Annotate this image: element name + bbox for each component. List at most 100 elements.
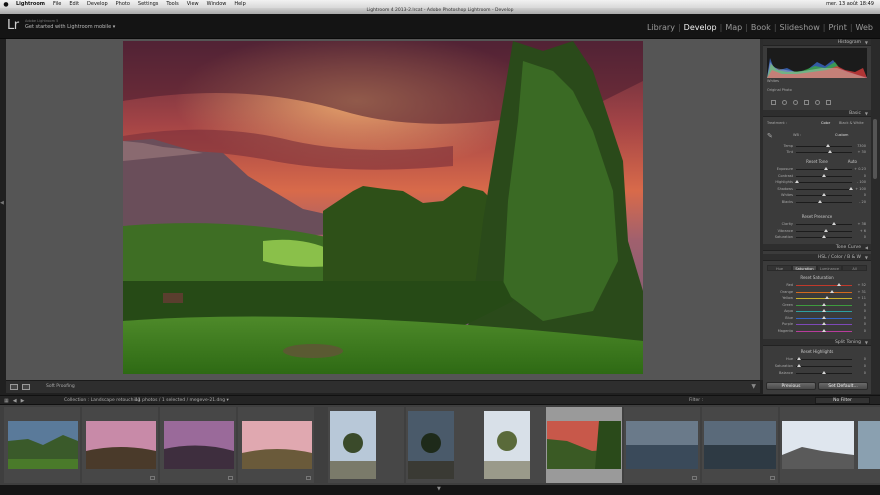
slider-value[interactable]: 0 [852,193,866,197]
menu-window[interactable]: Window [203,1,231,7]
module-print[interactable]: Print [825,23,849,32]
radial-filter-icon[interactable] [815,99,820,105]
slider-track[interactable] [795,180,852,183]
scrollbar-thumb[interactable] [873,119,877,179]
slider-track[interactable] [796,193,852,196]
slider-value[interactable]: 0 [852,364,866,368]
filmstrip-thumbnail[interactable] [82,407,158,483]
filmstrip-thumbnail[interactable] [780,407,856,483]
module-slideshow[interactable]: Slideshow [777,23,823,32]
slider-track[interactable] [796,315,852,319]
slider-value[interactable]: + 11 [852,296,867,300]
slider-magenta[interactable]: Magenta 0 [767,328,867,334]
loupe-view-button[interactable] [10,384,18,390]
right-panel-scrollbar[interactable] [871,39,880,394]
slider-knob[interactable] [822,193,826,196]
slider-saturation[interactable]: Saturation 0 [767,235,867,240]
filmstrip-source[interactable]: Collection : Landscape retouching [64,398,140,403]
slider-balance[interactable]: Balance 0 [767,371,867,376]
menu-tools[interactable]: Tools [162,1,182,7]
slider-value[interactable]: + 6 [852,229,866,233]
slider-track[interactable] [796,186,853,190]
set-default-button[interactable]: Set Default... [818,382,868,390]
slider-value[interactable]: 0 [852,303,866,307]
slider-knob[interactable] [823,228,828,232]
reset-highlights-label[interactable]: Reset Highlights [763,349,871,354]
filmstrip-thumbnail[interactable] [406,407,482,483]
crop-tool-icon[interactable] [771,99,776,105]
histogram[interactable] [767,48,867,78]
slider-contrast[interactable]: Contrast 0 [767,173,867,179]
slider-knob[interactable] [832,222,837,225]
slider-knob[interactable] [822,309,826,312]
slider-whites[interactable]: Whites 0 [767,193,867,198]
slider-blue[interactable]: Blue 0 [767,315,867,321]
slider-knob[interactable] [822,322,826,325]
slider-purple[interactable]: Purple 0 [767,322,867,327]
histogram-header[interactable]: Histogram ▼ [763,39,871,46]
slider-orange[interactable]: Orange + 31 [767,289,867,295]
filmstrip-thumbnail[interactable] [702,407,778,483]
slider-value[interactable]: 7300 [852,144,866,148]
menu-photo[interactable]: Photo [112,1,134,7]
filmstrip-thumbnail[interactable] [4,407,80,483]
module-book[interactable]: Book [748,23,774,32]
slider-track[interactable] [796,235,852,238]
filmstrip-scrollbar[interactable]: ▼ [0,485,880,495]
original-photo-checkbox[interactable]: Original Photo [767,88,792,92]
slider-knob[interactable] [822,328,826,332]
slider-knob[interactable] [825,296,830,299]
tab-all[interactable]: All [842,265,867,271]
slider-knob[interactable] [823,167,828,170]
tone-auto-button[interactable]: Auto [848,159,857,164]
menu-help[interactable]: Help [230,1,249,7]
slider-value[interactable]: + 38 [852,222,867,226]
module-map[interactable]: Map [722,23,745,32]
wb-preset-select[interactable]: Custom [835,133,848,137]
slider-shadows[interactable]: Shadows + 100 [767,186,867,192]
slider-knob[interactable] [836,283,841,286]
slider-value[interactable]: 0 [852,371,866,375]
slider-knob[interactable] [822,302,826,306]
slider-tint[interactable]: Tint + 30 [767,150,867,155]
slider-green[interactable]: Green 0 [767,302,867,308]
slider-knob[interactable] [817,199,822,203]
slider-knob[interactable] [796,364,801,367]
main-photo[interactable] [123,41,643,374]
slider-knob[interactable] [830,289,835,293]
reset-saturation-label[interactable]: Reset Saturation [763,275,871,280]
slider-track[interactable] [796,199,852,203]
slider-aqua[interactable]: Aqua 0 [767,309,867,314]
menu-settings[interactable]: Settings [134,1,163,7]
menu-edit[interactable]: Edit [65,1,83,7]
slider-track[interactable] [796,364,852,367]
slider-knob[interactable] [826,144,831,147]
tone-curve-header[interactable]: Tone Curve ◀ [763,244,871,251]
slider-knob[interactable] [795,180,800,183]
filmstrip-toggle-chevron-icon[interactable]: ▼ [437,486,441,492]
menu-lightroom[interactable]: Lightroom [12,1,49,7]
slider-value[interactable]: 0 [852,316,866,320]
reset-presence-label[interactable]: Reset Presence [763,214,871,219]
menu-develop[interactable]: Develop [83,1,112,7]
module-web[interactable]: Web [853,23,876,32]
slider-track[interactable] [796,357,852,360]
split-toning-header[interactable]: Split Toning ▼ [763,339,871,346]
reset-tone-text[interactable]: Reset Tone [806,159,828,164]
slider-saturation[interactable]: Saturation 0 [767,364,867,369]
slider-value[interactable]: + 30 [852,150,867,154]
slider-knob[interactable] [822,315,826,319]
slider-vibrance[interactable]: Vibrance + 6 [767,228,867,234]
treatment-color[interactable]: Color [821,121,830,125]
slider-clarity[interactable]: Clarity + 38 [767,222,867,227]
slider-knob[interactable] [827,150,832,153]
soft-proofing-checkbox[interactable]: Soft Proofing [46,384,75,389]
filmstrip-thumbnail[interactable] [624,407,700,483]
mobile-promo-link[interactable]: Get started with Lightroom mobile ▾ [25,24,115,30]
slider-knob[interactable] [796,357,801,360]
slider-track[interactable] [796,222,852,225]
slider-value[interactable]: 0 [852,322,866,326]
hsl-header[interactable]: HSL / Color / B & W ▼ [763,254,871,261]
filmstrip-thumbnail[interactable] [856,407,880,483]
red-eye-icon[interactable] [793,99,798,105]
